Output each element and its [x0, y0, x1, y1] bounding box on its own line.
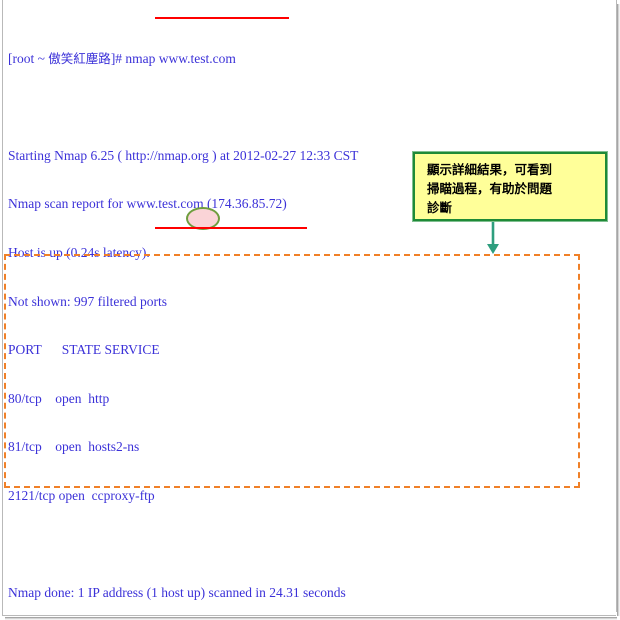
port-table-row: 80/tcp open http — [8, 390, 110, 406]
port-table-row: 81/tcp open hosts2-ns — [8, 439, 140, 455]
prompt-prefix: [root ~ — [8, 50, 49, 66]
callout-line-2: 掃瞄過程，有助於問題 — [427, 181, 553, 196]
red-underline-command-1 — [155, 17, 289, 19]
prompt-hostname: 傲笑紅塵路 — [48, 50, 111, 66]
prompt-command: ]# nmap www.test.com — [110, 50, 236, 66]
callout-line-1: 顯示詳細結果，可看到 — [427, 162, 553, 177]
callout-arrow-icon — [487, 221, 499, 254]
output-line: Host is up (0.24s latency). — [8, 244, 150, 260]
output-line: Not shown: 997 filtered ports — [8, 293, 167, 309]
prompt-line-1: [root ~ 傲笑紅塵路]# nmap www.test.com — [8, 51, 608, 67]
red-underline-command-2 — [155, 227, 307, 229]
screenshot-root: [root ~ 傲笑紅塵路]# nmap www.test.com Starti… — [0, 0, 620, 620]
port-table-header: PORT STATE SERVICE — [8, 342, 160, 358]
callout-line-3: 診斷 — [427, 200, 453, 215]
window-frame-left — [2, 0, 3, 616]
annotation-callout: 顯示詳細結果，可看到 掃瞄過程，有助於問題 診斷 — [412, 151, 608, 222]
terminal-output[interactable]: [root ~ 傲笑紅塵路]# nmap www.test.com Starti… — [8, 2, 608, 620]
port-table-row: 2121/tcp open ccproxy-ftp — [8, 487, 155, 503]
output-line: Nmap done: 1 IP address (1 host up) scan… — [8, 585, 346, 601]
